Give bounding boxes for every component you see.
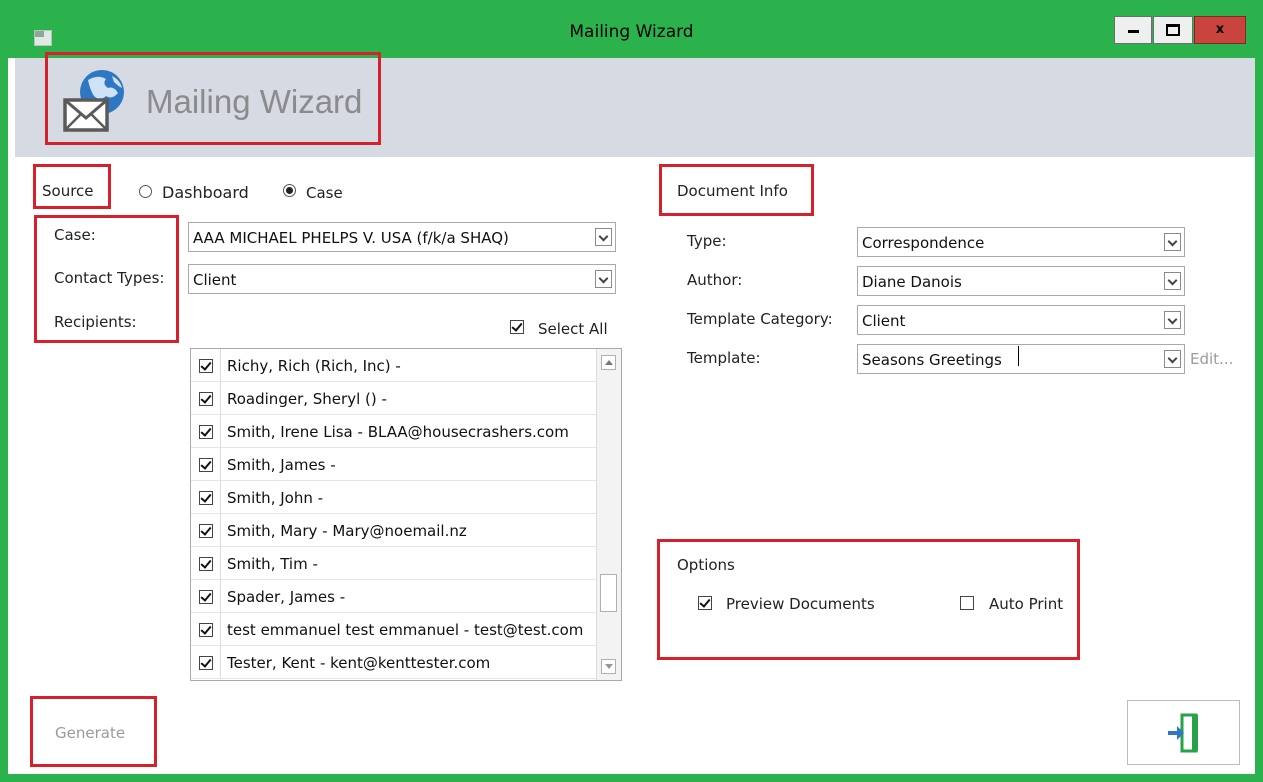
list-item[interactable]: Richy, Rich (Rich, Inc) - <box>191 349 597 382</box>
minimize-icon <box>1127 30 1139 33</box>
recipient-text: Roadinger, Sheryl () - <box>227 390 387 408</box>
select-all-checkbox[interactable] <box>510 320 524 334</box>
chevron-down-icon[interactable] <box>1164 350 1181 368</box>
row-checkbox[interactable] <box>199 656 213 670</box>
template-value: Seasons Greetings <box>862 351 1002 369</box>
row-checkbox[interactable] <box>199 392 213 406</box>
preview-documents-checkbox[interactable] <box>698 596 712 610</box>
minimize-button[interactable] <box>1114 16 1152 44</box>
document-info-heading: Document Info <box>677 182 788 200</box>
highlight-source <box>33 164 111 209</box>
template-category-value: Client <box>862 312 906 330</box>
list-item[interactable]: test emmanuel test emmanuel - test@test.… <box>191 613 597 646</box>
type-label: Type: <box>687 232 727 250</box>
type-value: Correspondence <box>862 234 985 252</box>
row-checkbox[interactable] <box>199 491 213 505</box>
row-checkbox[interactable] <box>199 458 213 472</box>
row-checkbox[interactable] <box>199 623 213 637</box>
recipient-text: Smith, John - <box>227 489 324 507</box>
recipient-text: Smith, Mary - Mary@noemail.nz <box>227 522 467 540</box>
recipients-label: Recipients: <box>54 313 137 331</box>
recipient-text: test emmanuel test emmanuel - test@test.… <box>227 621 584 639</box>
list-item[interactable]: Smith, James - <box>191 448 597 481</box>
select-all-label[interactable]: Select All <box>538 320 608 338</box>
edit-template-link[interactable]: Edit... <box>1190 350 1233 368</box>
scroll-thumb[interactable] <box>600 574 617 612</box>
template-dropdown[interactable]: Seasons Greetings <box>857 344 1185 374</box>
contact-types-value: Client <box>193 271 237 289</box>
recipient-text: Richy, Rich (Rich, Inc) - <box>227 357 401 375</box>
list-item[interactable]: Roadinger, Sheryl () - <box>191 382 597 415</box>
highlight-generate <box>30 696 157 767</box>
row-checkbox[interactable] <box>199 557 213 571</box>
chevron-down-icon[interactable] <box>595 270 612 288</box>
author-dropdown[interactable]: Diane Danois <box>857 266 1185 296</box>
scroll-down-icon[interactable] <box>601 659 616 674</box>
chevron-down-icon[interactable] <box>1164 233 1181 251</box>
maximize-button[interactable] <box>1153 16 1193 44</box>
scroll-up-icon[interactable] <box>601 355 616 370</box>
auto-print-label[interactable]: Auto Print <box>989 595 1063 613</box>
title-bar[interactable]: Mailing Wizard x <box>8 8 1255 58</box>
row-checkbox[interactable] <box>199 359 213 373</box>
list-item[interactable]: Smith, Irene Lisa - BLAA@housecrashers.c… <box>191 415 597 448</box>
type-dropdown[interactable]: Correspondence <box>857 227 1185 257</box>
row-checkbox[interactable] <box>199 524 213 538</box>
case-label: Case: <box>54 226 96 244</box>
template-category-label: Template Category: <box>687 310 833 328</box>
recipient-text: Spader, James - <box>227 588 346 606</box>
contact-types-label: Contact Types: <box>54 269 165 287</box>
chevron-down-icon[interactable] <box>1164 311 1181 329</box>
list-item[interactable]: Tester, Kent - kent@kenttester.com <box>191 646 597 679</box>
options-heading: Options <box>677 556 735 574</box>
chevron-down-icon[interactable] <box>595 228 612 246</box>
row-checkbox[interactable] <box>199 425 213 439</box>
author-value: Diane Danois <box>862 273 962 291</box>
template-category-dropdown[interactable]: Client <box>857 305 1185 335</box>
exit-door-icon <box>1168 713 1198 753</box>
list-item[interactable]: Spader, James - <box>191 580 597 613</box>
auto-print-checkbox[interactable] <box>960 596 974 610</box>
list-item[interactable]: Smith, Mary - Mary@noemail.nz <box>191 514 597 547</box>
window-title: Mailing Wizard <box>569 22 694 42</box>
radio-dashboard[interactable] <box>139 185 152 198</box>
recipients-list[interactable]: Richy, Rich (Rich, Inc) - Roadinger, She… <box>190 348 622 681</box>
list-item[interactable]: Smith, John - <box>191 481 597 514</box>
chevron-down-icon[interactable] <box>1164 272 1181 290</box>
list-item[interactable]: Smith, Tim - <box>191 547 597 580</box>
author-label: Author: <box>687 271 743 289</box>
text-cursor <box>1018 346 1019 366</box>
contact-types-dropdown[interactable]: Client <box>188 264 616 294</box>
template-label: Template: <box>687 349 761 367</box>
radio-case[interactable] <box>283 184 296 197</box>
highlight-header <box>45 52 381 145</box>
exit-button[interactable] <box>1127 700 1240 765</box>
list-scrollbar[interactable] <box>596 349 621 680</box>
close-button[interactable]: x <box>1194 16 1246 44</box>
preview-documents-label[interactable]: Preview Documents <box>726 595 875 613</box>
recipient-text: Smith, Tim - <box>227 555 318 573</box>
recipient-text: Tester, Kent - kent@kenttester.com <box>227 654 491 672</box>
case-value: AAA MICHAEL PHELPS V. USA (f/k/a SHAQ) <box>193 229 509 247</box>
radio-case-label[interactable]: Case <box>306 184 343 202</box>
recipient-text: Smith, James - <box>227 456 336 474</box>
maximize-icon <box>1166 24 1180 36</box>
recipient-text: Smith, Irene Lisa - BLAA@housecrashers.c… <box>227 423 569 441</box>
row-checkbox[interactable] <box>199 590 213 604</box>
radio-dashboard-label[interactable]: Dashboard <box>162 183 249 202</box>
case-dropdown[interactable]: AAA MICHAEL PHELPS V. USA (f/k/a SHAQ) <box>188 222 616 252</box>
